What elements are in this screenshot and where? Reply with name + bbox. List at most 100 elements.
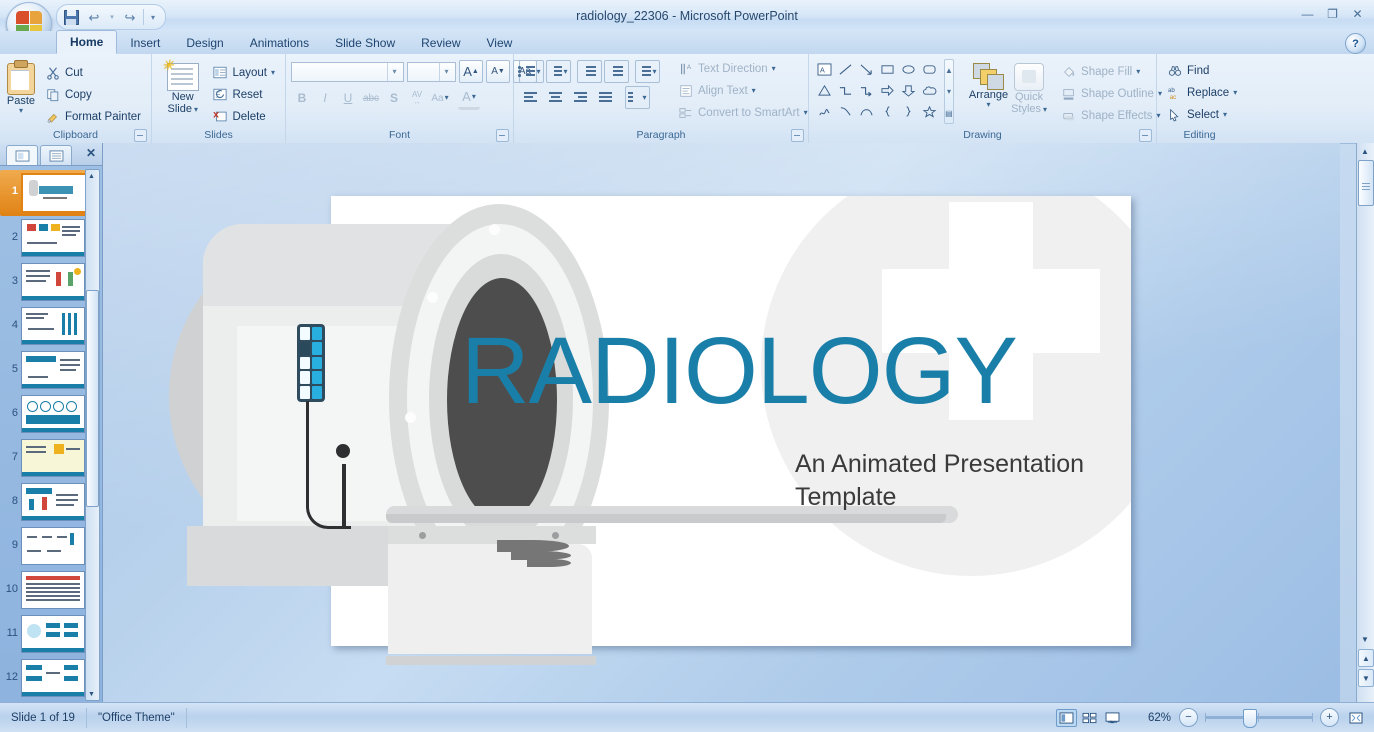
replace-button[interactable]: ab ac Replace ▾: [1162, 82, 1242, 103]
italic-button[interactable]: I: [314, 88, 336, 109]
shape-scribble[interactable]: [814, 101, 835, 122]
thumbnail-6[interactable]: 6: [0, 392, 88, 436]
zoom-level[interactable]: 62%: [1131, 712, 1179, 724]
slide-show-button[interactable]: [1102, 709, 1123, 727]
text-direction-button[interactable]: A Text Direction ▾: [673, 58, 813, 79]
outline-tab[interactable]: [40, 145, 72, 165]
zoom-in-button[interactable]: +: [1320, 708, 1339, 727]
thumbnail-list[interactable]: 1 2 3 4 5 6 7 8 9 10 11 12: [0, 165, 88, 703]
tab-insert[interactable]: Insert: [117, 32, 173, 54]
gallery-more-button[interactable]: ▤: [945, 103, 953, 123]
paragraph-dialog-launcher[interactable]: [791, 129, 804, 142]
thumbnail-11[interactable]: 11: [0, 612, 88, 656]
tab-design[interactable]: Design: [173, 32, 236, 54]
shape-right-arrow[interactable]: [877, 80, 898, 101]
thumbnail-scroll-down[interactable]: ▼: [86, 688, 97, 700]
quick-styles-button[interactable]: Quick Styles ▾: [1011, 61, 1047, 117]
slide-scrollbar[interactable]: ▲ ▼ ▲ ▼: [1356, 143, 1374, 703]
shape-rectangle[interactable]: [877, 59, 898, 80]
convert-to-smartart-button[interactable]: Convert to SmartArt ▾: [673, 102, 813, 123]
shape-curve[interactable]: [835, 101, 856, 122]
slide-workspace[interactable]: RADIOLOGY An Animated Presentation Templ…: [103, 143, 1340, 703]
arrange-button[interactable]: Arrange ▾: [969, 61, 1008, 110]
delete-slide-button[interactable]: Delete: [207, 106, 280, 127]
tab-review[interactable]: Review: [408, 32, 473, 54]
character-spacing-button[interactable]: AV ↔: [406, 88, 428, 109]
thumbnail-9[interactable]: 9: [0, 524, 88, 568]
shape-oval[interactable]: [898, 59, 919, 80]
shape-left-brace[interactable]: [877, 101, 898, 122]
shape-textbox[interactable]: A: [814, 59, 835, 80]
shape-cloud[interactable]: [919, 80, 940, 101]
thumbnail-7[interactable]: 7: [0, 436, 88, 480]
align-right-button[interactable]: [569, 87, 592, 108]
drawing-dialog-launcher[interactable]: [1139, 129, 1152, 142]
shape-effects-button[interactable]: Shape Effects ▾: [1056, 105, 1167, 126]
new-slide-button[interactable]: ✳ New Slide ▾: [161, 58, 204, 117]
close-button[interactable]: ✕: [1347, 6, 1368, 22]
thumbnail-1[interactable]: 1: [0, 170, 88, 216]
help-button[interactable]: ?: [1345, 33, 1366, 54]
align-center-button[interactable]: [544, 87, 567, 108]
justify-button[interactable]: [594, 87, 617, 108]
theme-name[interactable]: "Office Theme": [87, 707, 187, 728]
scroll-up-button[interactable]: ▲: [1358, 144, 1372, 159]
tab-animations[interactable]: Animations: [237, 32, 322, 54]
shapes-gallery[interactable]: A: [814, 59, 940, 122]
align-text-button[interactable]: Align Text ▾: [673, 80, 813, 101]
layout-button[interactable]: Layout ▾: [207, 62, 280, 83]
scroll-thumb[interactable]: [1358, 160, 1374, 206]
thumbnail-10[interactable]: 10: [0, 568, 88, 612]
underline-button[interactable]: U: [337, 88, 359, 109]
columns-button[interactable]: ▾: [625, 86, 650, 109]
slide-subtitle[interactable]: An Animated Presentation Template: [795, 448, 1125, 514]
thumbnail-12[interactable]: 12: [0, 656, 88, 700]
copy-button[interactable]: Copy: [40, 84, 146, 105]
increase-indent-button[interactable]: [604, 60, 629, 83]
line-spacing-button[interactable]: ▾: [635, 60, 660, 83]
strikethrough-button[interactable]: abc: [360, 88, 382, 109]
minimize-button[interactable]: —: [1297, 6, 1318, 22]
thumbnail-3[interactable]: 3: [0, 260, 88, 304]
next-slide-button[interactable]: ▼: [1358, 669, 1374, 687]
reset-button[interactable]: Reset: [207, 84, 280, 105]
thumbnail-scroll-up[interactable]: ▲: [86, 170, 97, 182]
slide-indicator[interactable]: Slide 1 of 19: [0, 707, 87, 728]
slide-canvas[interactable]: RADIOLOGY An Animated Presentation Templ…: [169, 196, 1131, 665]
thumbnail-4[interactable]: 4: [0, 304, 88, 348]
tab-view[interactable]: View: [474, 32, 526, 54]
align-left-button[interactable]: [519, 87, 542, 108]
thumbnail-scroll-thumb[interactable]: [86, 290, 99, 507]
thumbnail-5[interactable]: 5: [0, 348, 88, 392]
bullets-button[interactable]: ▾: [518, 60, 544, 83]
shape-outline-button[interactable]: Shape Outline ▾: [1056, 83, 1167, 104]
shape-star[interactable]: [919, 101, 940, 122]
tab-home[interactable]: Home: [56, 30, 118, 54]
chevron-down-icon[interactable]: ▾: [439, 62, 453, 81]
shape-fill-button[interactable]: Shape Fill ▾: [1056, 61, 1167, 82]
shape-right-brace[interactable]: [898, 101, 919, 122]
font-dialog-launcher[interactable]: [496, 129, 509, 142]
shape-elbow-arrow[interactable]: [856, 80, 877, 101]
font-size-input[interactable]: ▾: [407, 61, 456, 82]
chevron-down-icon[interactable]: ▾: [387, 62, 401, 81]
clipboard-dialog-launcher[interactable]: [134, 129, 147, 142]
fit-to-window-button[interactable]: [1345, 709, 1366, 727]
shape-line[interactable]: [835, 59, 856, 80]
shape-arrow[interactable]: [856, 59, 877, 80]
find-button[interactable]: Find: [1162, 60, 1242, 81]
zoom-slider[interactable]: [1205, 709, 1313, 728]
tab-slide-show[interactable]: Slide Show: [322, 32, 408, 54]
shape-down-arrow[interactable]: [898, 80, 919, 101]
shape-triangle[interactable]: [814, 80, 835, 101]
change-case-button[interactable]: Aa ▾: [429, 88, 451, 109]
shape-elbow-connector[interactable]: [835, 80, 856, 101]
gallery-scroll-down[interactable]: ▾: [945, 82, 953, 102]
scroll-down-button[interactable]: ▼: [1358, 632, 1372, 647]
thumbnail-8[interactable]: 8: [0, 480, 88, 524]
font-color-button[interactable]: A ▾: [458, 86, 480, 110]
text-shadow-button[interactable]: S: [383, 88, 405, 109]
slide-sorter-button[interactable]: [1079, 709, 1100, 727]
zoom-slider-handle[interactable]: [1243, 709, 1257, 728]
thumbnail-pane-scrollbar[interactable]: ▲ ▼: [85, 169, 100, 701]
